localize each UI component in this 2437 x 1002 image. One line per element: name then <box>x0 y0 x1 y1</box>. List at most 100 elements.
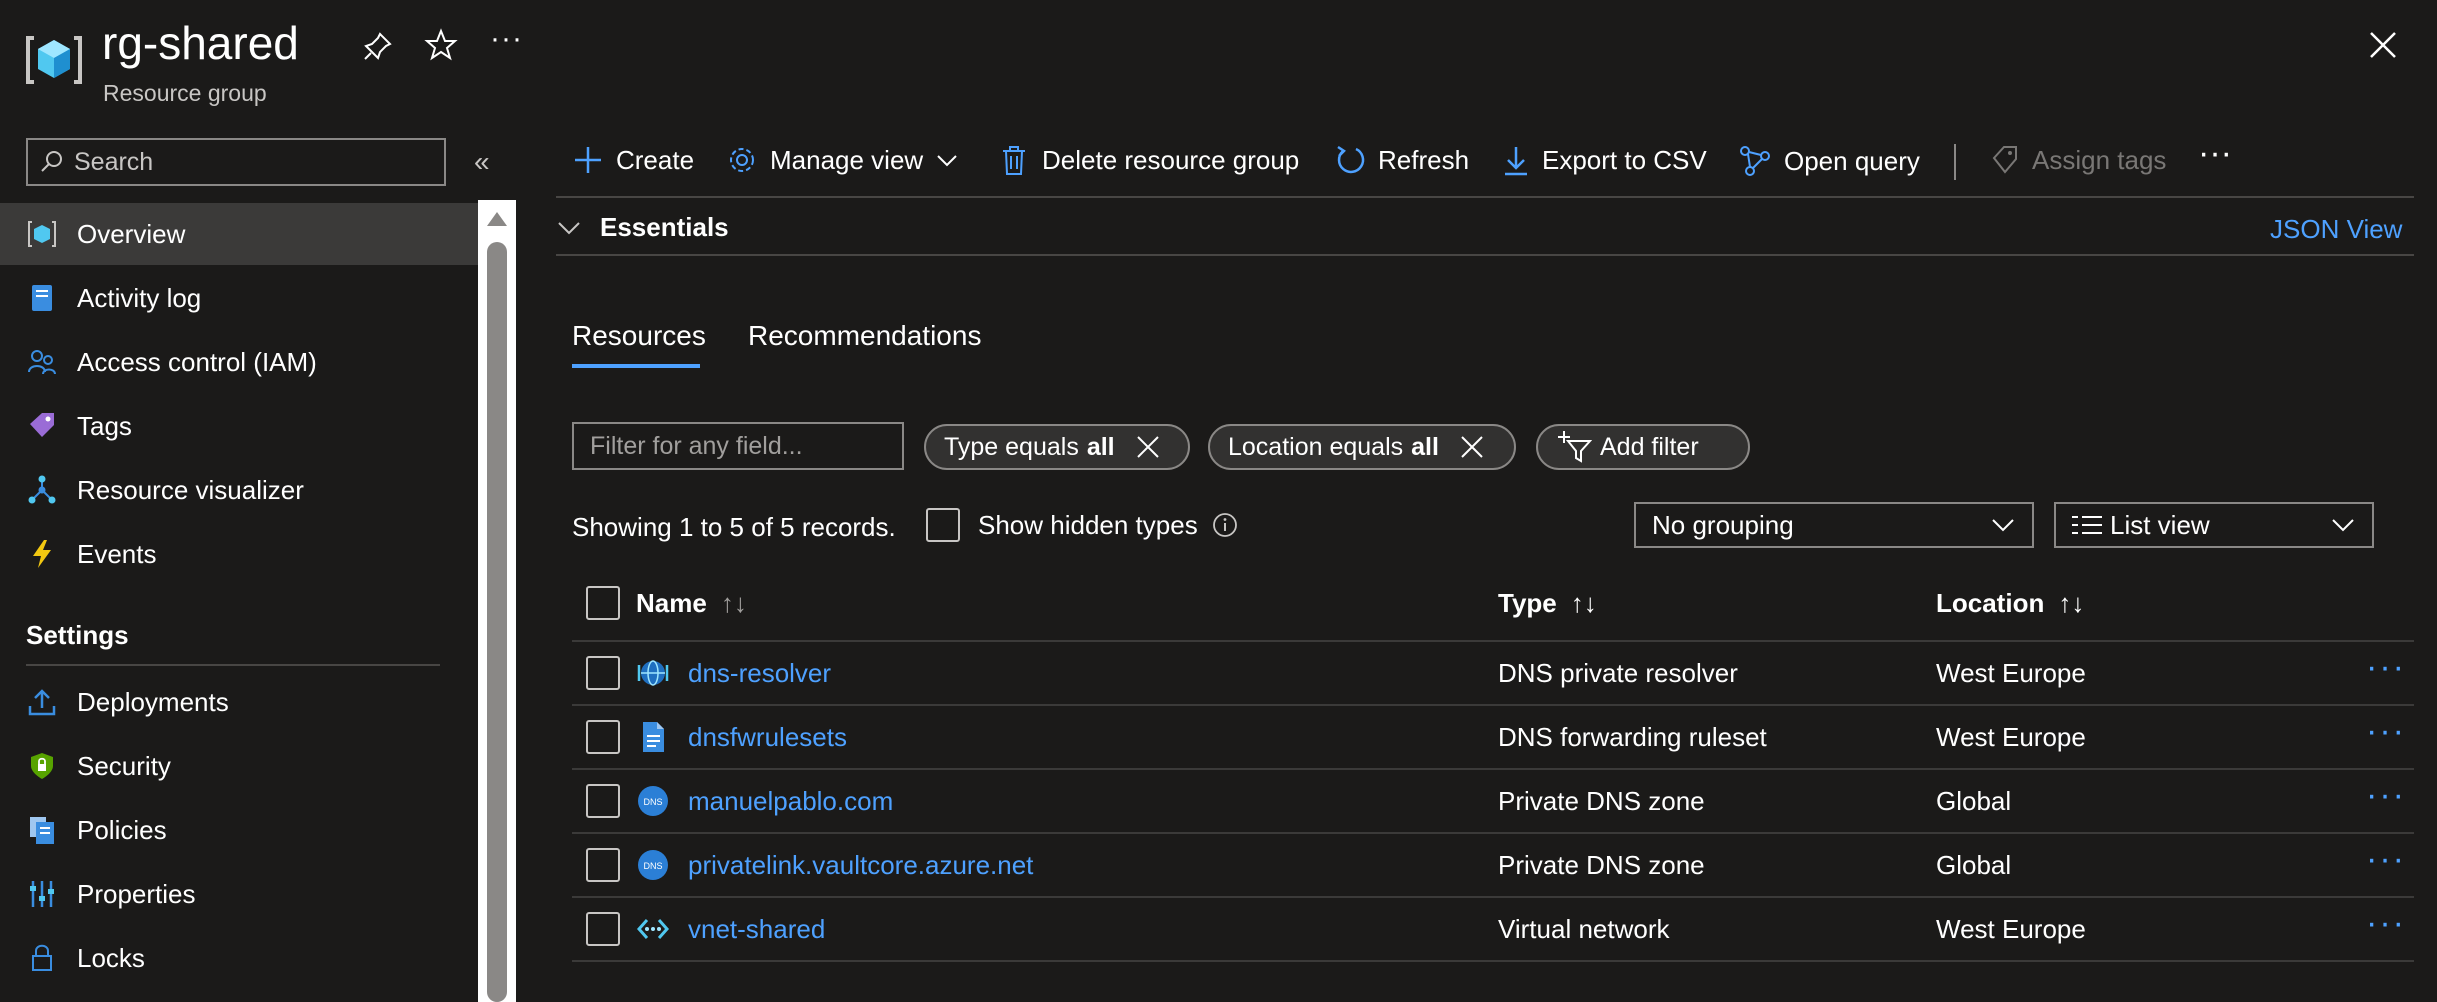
tab-resources[interactable]: Resources <box>572 320 706 352</box>
column-header-location[interactable]: Location ↑↓ <box>1936 588 2084 619</box>
sort-icon[interactable]: ↑↓ <box>721 588 747 619</box>
resource-name-link[interactable]: vnet-shared <box>688 914 825 945</box>
row-more-icon[interactable]: ··· <box>2366 712 2406 751</box>
tab-recommendations[interactable]: Recommendations <box>748 320 981 352</box>
table-row[interactable]: dnsfwrulesets DNS forwarding ruleset Wes… <box>572 706 2414 770</box>
sidebar-item-tags[interactable]: Tags <box>0 395 478 457</box>
lightning-icon <box>33 540 51 568</box>
sidebar-item-label: Policies <box>77 814 167 845</box>
svg-text:DNS: DNS <box>643 797 662 807</box>
sidebar-search-input[interactable]: Search <box>26 138 446 186</box>
show-hidden-types-label: Show hidden types <box>978 510 1198 540</box>
resource-name-link[interactable]: manuelpablo.com <box>688 786 893 817</box>
type-filter-pill[interactable]: Type equals all <box>924 424 1190 470</box>
sidebar-item-deployments[interactable]: Deployments <box>0 671 478 733</box>
more-options-icon[interactable]: ··· <box>490 22 523 56</box>
sidebar-item-policies[interactable]: Policies <box>0 799 478 861</box>
close-icon[interactable] <box>2366 28 2400 62</box>
settings-divider <box>26 664 440 666</box>
sidebar-item-locks[interactable]: Locks <box>0 927 478 989</box>
lock-icon <box>32 944 52 971</box>
refresh-button[interactable]: Refresh <box>1334 144 1469 176</box>
sidebar-item-properties[interactable]: Properties <box>0 863 478 925</box>
tag-icon <box>30 413 54 437</box>
shield-icon <box>31 753 53 779</box>
sidebar-item-label: Overview <box>77 218 186 249</box>
sidebar-item-activity-log[interactable]: Activity log <box>0 267 478 329</box>
manage-view-button[interactable]: Manage view <box>726 144 959 176</box>
grouping-dropdown[interactable]: No grouping <box>1634 502 2034 548</box>
iam-icon <box>28 350 56 375</box>
sidebar-item-overview[interactable]: Overview <box>0 203 478 265</box>
row-more-icon[interactable]: ··· <box>2366 776 2406 815</box>
scrollbar-thumb[interactable] <box>487 242 507 1002</box>
column-header-type[interactable]: Type ↑↓ <box>1498 588 1597 619</box>
resource-name-link[interactable]: dnsfwrulesets <box>688 722 847 753</box>
sidebar-item-iam[interactable]: Access control (IAM) <box>0 331 478 393</box>
row-checkbox[interactable] <box>586 656 620 690</box>
sidebar-item-resource-visualizer[interactable]: Resource visualizer <box>0 459 478 521</box>
deployments-icon <box>28 689 56 716</box>
row-checkbox[interactable] <box>586 720 620 754</box>
query-icon <box>1740 146 1770 176</box>
star-icon[interactable] <box>424 28 458 62</box>
resource-location: Global <box>1936 850 2012 880</box>
download-icon <box>1505 147 1527 176</box>
sort-icon[interactable]: ↑↓ <box>1571 588 1597 619</box>
plus-icon <box>575 147 601 173</box>
trash-icon <box>1003 146 1025 175</box>
table-row[interactable]: dns-resolver DNS private resolver West E… <box>572 642 2414 706</box>
show-hidden-types-checkbox[interactable] <box>926 508 960 542</box>
location-filter-pill[interactable]: Location equals all <box>1208 424 1516 470</box>
close-icon[interactable] <box>1459 434 1485 460</box>
row-more-icon[interactable]: ··· <box>2366 840 2406 879</box>
table-row[interactable]: DNS manuelpablo.com Private DNS zone Glo… <box>572 770 2414 834</box>
add-filter-button[interactable]: Add filter <box>1536 424 1750 470</box>
view-mode-dropdown[interactable]: List view <box>2054 502 2374 548</box>
json-view-link[interactable]: JSON View <box>2270 214 2402 245</box>
row-more-icon[interactable]: ··· <box>2366 648 2406 687</box>
sidebar-item-security[interactable]: Security <box>0 735 478 797</box>
column-header-name[interactable]: Name ↑↓ <box>636 588 747 619</box>
search-placeholder: Search <box>74 147 154 176</box>
create-button[interactable]: Create <box>572 144 694 176</box>
info-icon[interactable] <box>1212 512 1238 538</box>
sidebar-item-label: Properties <box>77 878 196 909</box>
table-row[interactable]: DNS privatelink.vaultcore.azure.net Priv… <box>572 834 2414 898</box>
sidebar-item-label: Security <box>77 750 171 781</box>
resource-group-icon <box>24 30 84 90</box>
delete-resource-group-button[interactable]: Delete resource group <box>998 144 1299 176</box>
row-checkbox[interactable] <box>586 848 620 882</box>
table-row[interactable]: vnet-shared Virtual network West Europe … <box>572 898 2414 962</box>
filter-placeholder: Filter for any field... <box>590 431 803 460</box>
dns-zone-icon: DNS <box>638 850 668 880</box>
search-icon <box>41 151 62 172</box>
filter-input[interactable]: Filter for any field... <box>572 422 904 470</box>
assign-tags-button[interactable]: Assign tags <box>1990 144 2166 176</box>
select-all-checkbox[interactable] <box>586 586 620 620</box>
page-subtitle: Resource group <box>103 80 267 106</box>
scroll-up-arrow-icon[interactable] <box>487 212 507 226</box>
vnet-icon <box>636 919 670 939</box>
open-query-button[interactable]: Open query <box>1738 144 1920 178</box>
sidebar-item-label: Tags <box>77 410 132 441</box>
close-icon[interactable] <box>1135 434 1161 460</box>
sidebar-item-events[interactable]: Events <box>0 523 478 585</box>
resource-name-link[interactable]: privatelink.vaultcore.azure.net <box>688 850 1033 881</box>
toolbar-more-icon[interactable]: ··· <box>2198 134 2232 173</box>
essentials-toggle[interactable]: Essentials <box>556 212 729 243</box>
overview-icon <box>28 221 56 247</box>
resource-location: Global <box>1936 786 2012 816</box>
collapse-sidebar-icon[interactable]: « <box>474 146 490 178</box>
sidebar-scrollbar[interactable] <box>478 200 516 1002</box>
export-csv-button[interactable]: Export to CSV <box>1502 144 1707 176</box>
row-more-icon[interactable]: ··· <box>2366 904 2406 943</box>
row-checkbox[interactable] <box>586 784 620 818</box>
resource-name-link[interactable]: dns-resolver <box>688 658 831 689</box>
pin-icon[interactable] <box>362 30 394 62</box>
sidebar-item-label: Events <box>77 538 157 569</box>
refresh-icon <box>1337 145 1365 174</box>
activity-log-icon <box>32 285 52 311</box>
row-checkbox[interactable] <box>586 912 620 946</box>
sort-icon[interactable]: ↑↓ <box>2058 588 2084 619</box>
